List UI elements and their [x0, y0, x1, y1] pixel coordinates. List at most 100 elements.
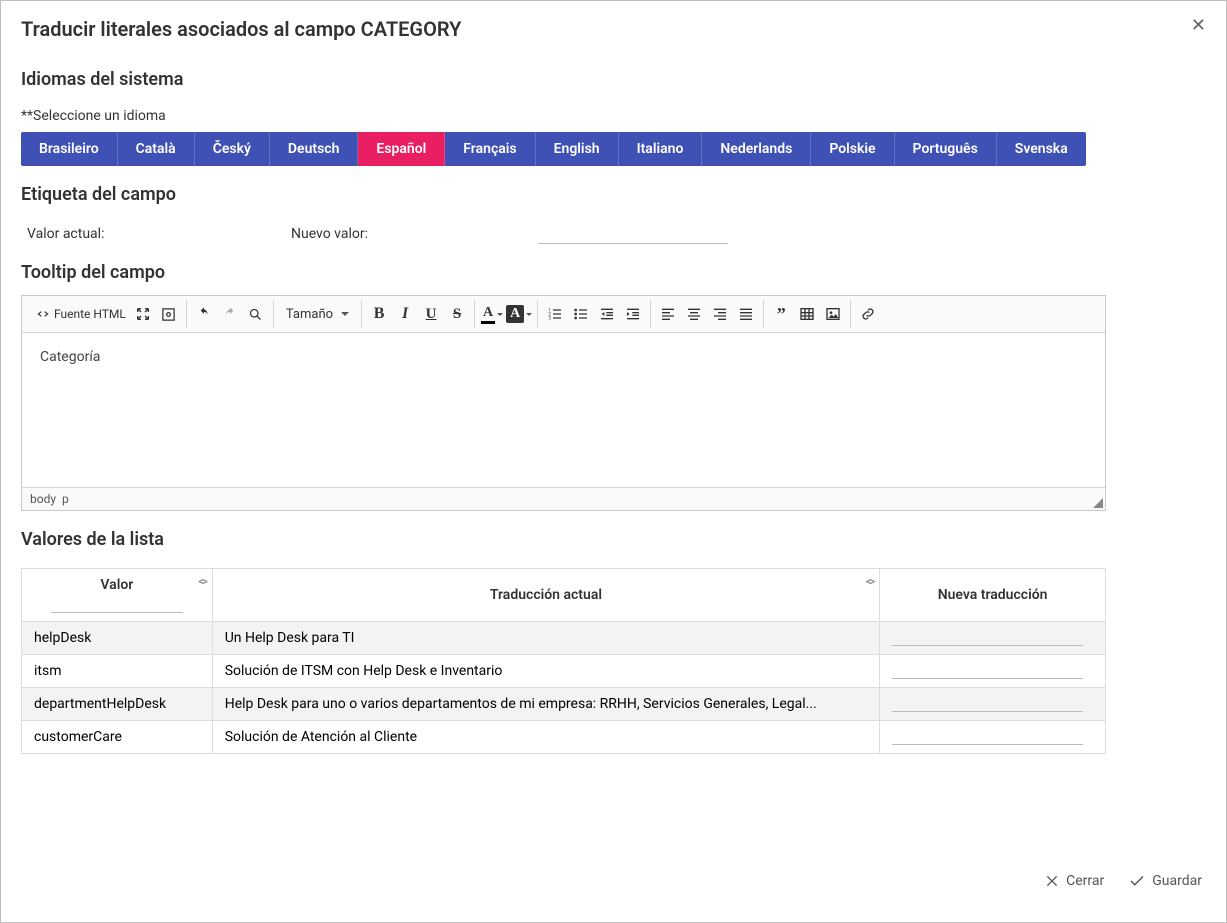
bg-color-button[interactable]: A	[506, 302, 532, 326]
dialog-footer: Cerrar Guardar	[1, 860, 1226, 922]
list-values-title: Valores de la lista	[21, 529, 1206, 550]
language-tab-català[interactable]: Català	[118, 132, 195, 166]
outdent-button[interactable]	[595, 302, 619, 326]
editor-content[interactable]: Categoría	[22, 333, 1105, 487]
svg-text:3: 3	[549, 315, 552, 321]
col-header-value[interactable]: <> Valor	[22, 569, 213, 622]
align-center-button[interactable]	[682, 302, 706, 326]
cell-current: Solución de Atención al Cliente	[212, 721, 879, 754]
language-tabs: BrasileiroCatalàČeskýDeutschEspañolFranç…	[21, 132, 1086, 166]
path-segment[interactable]: body	[30, 492, 56, 506]
text-color-button[interactable]: A	[480, 302, 504, 326]
undo-button[interactable]	[192, 302, 216, 326]
language-tab-brasileiro[interactable]: Brasileiro	[21, 132, 118, 166]
link-button[interactable]	[856, 302, 880, 326]
cell-new	[880, 622, 1106, 655]
language-tab-nederlands[interactable]: Nederlands	[702, 132, 811, 166]
new-value-input[interactable]	[538, 223, 728, 244]
dialog-header: Traducir literales asociados al campo CA…	[1, 1, 1226, 51]
cell-new	[880, 688, 1106, 721]
col-header-new[interactable]: Nueva traducción	[880, 569, 1106, 622]
find-button[interactable]	[244, 302, 268, 326]
redo-button[interactable]	[218, 302, 242, 326]
table-row: itsmSolución de ITSM con Help Desk e Inv…	[22, 655, 1106, 688]
italic-button[interactable]: I	[393, 302, 417, 326]
source-icon	[36, 307, 50, 321]
expand-icon[interactable]: <>	[866, 575, 873, 588]
cell-new	[880, 721, 1106, 754]
col-header-current[interactable]: <> Traducción actual	[212, 569, 879, 622]
image-icon	[825, 306, 841, 322]
new-translation-input[interactable]	[892, 696, 1083, 712]
value-filter-input[interactable]	[51, 597, 184, 613]
cell-current: Help Desk para uno o varios departamento…	[212, 688, 879, 721]
align-justify-icon	[738, 306, 754, 322]
chevron-down-icon	[526, 313, 532, 316]
ordered-list-button[interactable]: 123	[543, 302, 567, 326]
dialog: Traducir literales asociados al campo CA…	[0, 0, 1227, 923]
close-icon[interactable]: ✕	[1191, 17, 1206, 35]
language-tab-deutsch[interactable]: Deutsch	[270, 132, 358, 166]
unordered-list-icon	[573, 306, 589, 322]
source-button[interactable]: Fuente HTML	[32, 307, 130, 321]
language-tab-español[interactable]: Español	[358, 132, 445, 166]
underline-button[interactable]: U	[419, 302, 443, 326]
select-language-note: **Seleccione un idioma	[21, 108, 1206, 124]
image-button[interactable]	[821, 302, 845, 326]
text-color-icon: A	[481, 305, 495, 324]
language-tab-svenska[interactable]: Svenska	[997, 132, 1086, 166]
editor-elements-path[interactable]: bodyp	[30, 492, 75, 506]
new-translation-input[interactable]	[892, 729, 1083, 745]
editor-toolbar: Fuente HTML	[22, 296, 1105, 333]
bold-button[interactable]: B	[367, 302, 391, 326]
language-tab-português[interactable]: Português	[895, 132, 997, 166]
table-icon	[799, 306, 815, 322]
maximize-button[interactable]	[131, 302, 155, 326]
current-value-label: Valor actual:	[27, 226, 104, 244]
cell-current: Solución de ITSM con Help Desk e Inventa…	[212, 655, 879, 688]
undo-icon	[196, 306, 212, 322]
language-tab-english[interactable]: English	[536, 132, 619, 166]
new-translation-input[interactable]	[892, 630, 1083, 646]
language-tab-polskie[interactable]: Polskie	[811, 132, 894, 166]
indent-button[interactable]	[621, 302, 645, 326]
resize-handle[interactable]	[1093, 498, 1103, 508]
show-blocks-button[interactable]	[157, 302, 181, 326]
chevron-down-icon	[497, 313, 503, 316]
language-tab-français[interactable]: Français	[445, 132, 535, 166]
field-label-title: Etiqueta del campo	[21, 184, 1206, 205]
table-row: departmentHelpDeskHelp Desk para uno o v…	[22, 688, 1106, 721]
blockquote-button[interactable]: ”	[769, 302, 793, 326]
tooltip-section-title: Tooltip del campo	[21, 262, 1206, 283]
cell-value: customerCare	[22, 721, 213, 754]
rich-editor: Fuente HTML	[21, 295, 1106, 511]
search-icon	[248, 307, 263, 322]
expand-icon[interactable]: <>	[198, 575, 205, 588]
cell-value: itsm	[22, 655, 213, 688]
language-tab-český[interactable]: Český	[195, 132, 270, 166]
path-segment[interactable]: p	[62, 492, 69, 506]
align-left-icon	[660, 306, 676, 322]
cell-value: helpDesk	[22, 622, 213, 655]
cell-new	[880, 655, 1106, 688]
dialog-title: Traducir literales asociados al campo CA…	[21, 17, 461, 41]
field-label-row: Valor actual: Nuevo valor:	[21, 223, 1206, 244]
language-tab-italiano[interactable]: Italiano	[619, 132, 703, 166]
close-button[interactable]: Cerrar	[1044, 873, 1104, 889]
unordered-list-button[interactable]	[569, 302, 593, 326]
align-left-button[interactable]	[656, 302, 680, 326]
save-button[interactable]: Guardar	[1128, 872, 1202, 890]
strike-button[interactable]: S	[445, 302, 469, 326]
align-right-icon	[712, 306, 728, 322]
table-row: customerCareSolución de Atención al Clie…	[22, 721, 1106, 754]
show-blocks-icon	[161, 307, 176, 322]
table-button[interactable]	[795, 302, 819, 326]
font-size-dropdown[interactable]: Tamaño	[278, 307, 357, 322]
align-center-icon	[686, 306, 702, 322]
new-translation-input[interactable]	[892, 663, 1083, 679]
bg-color-icon: A	[506, 305, 524, 323]
align-justify-button[interactable]	[734, 302, 758, 326]
editor-footer: bodyp	[22, 487, 1105, 510]
align-right-button[interactable]	[708, 302, 732, 326]
dialog-body[interactable]: Idiomas del sistema **Seleccione un idio…	[1, 51, 1226, 860]
